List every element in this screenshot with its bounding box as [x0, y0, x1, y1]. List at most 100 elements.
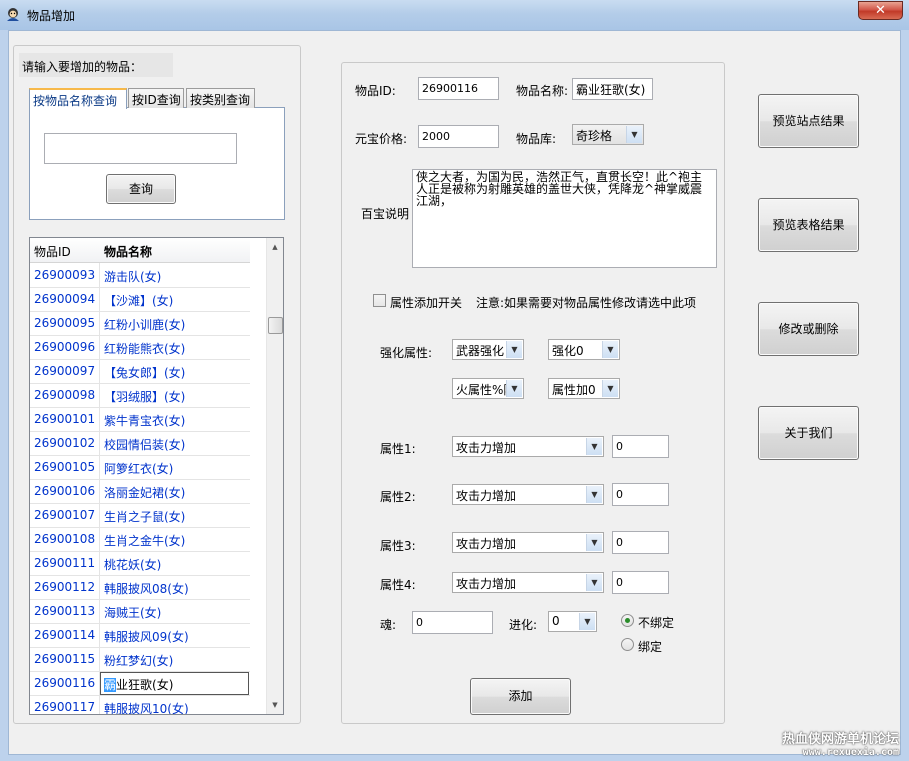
- item-name-cell: 【羽绒服】(女): [104, 390, 186, 404]
- item-id-cell: 26900113: [34, 604, 96, 618]
- enhance-type-select[interactable]: 武器强化 ▼: [452, 339, 524, 360]
- evolve-select[interactable]: 0 ▼: [548, 611, 597, 632]
- preview-table-button[interactable]: 预览表格结果: [758, 198, 859, 252]
- attr3-type-value: 攻击力增加: [456, 537, 517, 551]
- table-row[interactable]: 26900111 桃花妖(女): [30, 552, 250, 576]
- scroll-thumb[interactable]: [268, 317, 283, 334]
- table-row[interactable]: 26900096 红粉能熊衣(女): [30, 336, 250, 360]
- search-button[interactable]: 查询: [106, 174, 176, 204]
- chevron-down-icon[interactable]: ▼: [602, 380, 618, 397]
- scroll-up-icon[interactable]: ▲: [269, 240, 281, 254]
- radio-bound[interactable]: [621, 638, 634, 651]
- modify-delete-button[interactable]: 修改或删除: [758, 302, 859, 356]
- soul-input[interactable]: 0: [412, 611, 493, 634]
- item-name-cell: 游击队(女): [104, 270, 162, 284]
- attr3-type-select[interactable]: 攻击力增加 ▼: [452, 532, 604, 553]
- item-id-cell: 26900108: [34, 532, 96, 546]
- soul-label: 魂:: [380, 618, 397, 632]
- element-type-select[interactable]: 火属性%防 ▼: [452, 378, 524, 399]
- element-level-select[interactable]: 属性加0 ▼: [548, 378, 620, 399]
- attr1-type-select[interactable]: 攻击力增加 ▼: [452, 436, 604, 457]
- table-row[interactable]: 26900115 粉红梦幻(女): [30, 648, 250, 672]
- item-id-cell: 26900097: [34, 364, 96, 378]
- enhance-level-select[interactable]: 强化0 ▼: [548, 339, 620, 360]
- item-id-cell: 26900114: [34, 628, 96, 642]
- chevron-down-icon[interactable]: ▼: [626, 126, 642, 143]
- table-row[interactable]: 26900106 洛丽金妃裙(女): [30, 480, 250, 504]
- table-row[interactable]: 26900101 紫牛青宝衣(女): [30, 408, 250, 432]
- item-id-cell: 26900094: [34, 292, 96, 306]
- tab-by-name[interactable]: 按物品名称查询: [29, 88, 127, 109]
- chevron-down-icon[interactable]: ▼: [586, 438, 602, 455]
- close-button[interactable]: ✕: [858, 1, 903, 20]
- item-id-cell: 26900093: [34, 268, 96, 282]
- scroll-down-icon[interactable]: ▼: [269, 698, 281, 712]
- table-row[interactable]: 26900097 【兔女郎】(女): [30, 360, 250, 384]
- attr4-value-input[interactable]: 0: [612, 571, 669, 594]
- chevron-down-icon[interactable]: ▼: [586, 574, 602, 591]
- table-row[interactable]: 26900112 韩服披风08(女): [30, 576, 250, 600]
- add-button[interactable]: 添加: [470, 678, 571, 715]
- preview-site-button[interactable]: 预览站点结果: [758, 94, 859, 148]
- radio-unbound-label[interactable]: 不绑定: [638, 614, 674, 631]
- item-name-cell: 霸业狂歌(女): [104, 678, 174, 692]
- chevron-down-icon[interactable]: ▼: [506, 380, 522, 397]
- watermark: 热血侠网游单机论坛 www.rexuexia.com: [782, 728, 899, 758]
- attr-switch-label[interactable]: 属性添加开关: [390, 294, 462, 311]
- table-row[interactable]: 26900117 韩服披风10(女): [30, 696, 250, 715]
- tab-by-category[interactable]: 按类别查询: [186, 88, 255, 108]
- attr4-type-select[interactable]: 攻击力增加 ▼: [452, 572, 604, 593]
- item-id-input[interactable]: 26900116: [418, 77, 499, 100]
- list-scrollbar[interactable]: ▲ ▼: [266, 238, 283, 714]
- attr-switch-checkbox[interactable]: [373, 294, 386, 307]
- attr2-type-select[interactable]: 攻击力增加 ▼: [452, 484, 604, 505]
- chevron-down-icon[interactable]: ▼: [602, 341, 618, 358]
- attr4-label: 属性4:: [380, 578, 416, 592]
- item-name-cell: 校园情侣装(女): [104, 438, 186, 452]
- about-button[interactable]: 关于我们: [758, 406, 859, 460]
- item-name-cell: 韩服披风10(女): [104, 702, 189, 715]
- item-name-input[interactable]: 霸业狂歌(女): [572, 78, 653, 100]
- table-row[interactable]: 26900098 【羽绒服】(女): [30, 384, 250, 408]
- attr1-value-input[interactable]: 0: [612, 435, 669, 458]
- enhance-type-value: 武器强化: [456, 344, 505, 358]
- table-row[interactable]: 26900095 红粉小训鹿(女): [30, 312, 250, 336]
- price-input[interactable]: 2000: [418, 125, 499, 148]
- desc-textarea[interactable]: 侠之大者，为国为民，浩然正气，直贯长空！此^袍主人正是被称为射雕英雄的盖世大侠，…: [412, 169, 717, 268]
- item-name-cell: 海贼王(女): [104, 606, 162, 620]
- table-row[interactable]: 26900105 阿箩红衣(女): [30, 456, 250, 480]
- search-input[interactable]: [44, 133, 237, 164]
- tab-by-id[interactable]: 按ID查询: [128, 88, 184, 108]
- table-row[interactable]: 26900094 【沙滩】(女): [30, 288, 250, 312]
- chevron-down-icon[interactable]: ▼: [506, 341, 522, 358]
- enhance-label: 强化属性:: [380, 346, 433, 360]
- item-list[interactable]: 物品ID 物品名称 26900093 游击队(女) 26900094 【沙滩】(女) 2…: [29, 237, 284, 715]
- table-row[interactable]: 26900107 生肖之子鼠(女): [30, 504, 250, 528]
- table-row[interactable]: 26900114 韩服披风09(女): [30, 624, 250, 648]
- table-row[interactable]: 26900108 生肖之金牛(女): [30, 528, 250, 552]
- attr3-value-input[interactable]: 0: [612, 531, 669, 554]
- radio-unbound[interactable]: [621, 614, 634, 627]
- table-row[interactable]: 26900093 游击队(女): [30, 264, 250, 288]
- library-select[interactable]: 奇珍格 ▼: [572, 124, 644, 145]
- radio-bound-label[interactable]: 绑定: [638, 638, 662, 655]
- item-id-cell: 26900116: [34, 676, 96, 690]
- column-header-name[interactable]: 物品名称: [104, 243, 152, 260]
- price-label: 元宝价格:: [355, 132, 408, 146]
- chevron-down-icon[interactable]: ▼: [579, 613, 595, 630]
- attr2-value-input[interactable]: 0: [612, 483, 669, 506]
- item-id-cell: 26900106: [34, 484, 96, 498]
- table-row[interactable]: 26900113 海贼王(女): [30, 600, 250, 624]
- app-icon: [7, 8, 19, 21]
- search-prompt: 请输入要增加的物品：: [22, 60, 143, 74]
- item-id-cell: 26900095: [34, 316, 96, 330]
- item-name-label: 物品名称:: [516, 84, 569, 98]
- attr-note: 注意:如果需要对物品属性修改请选中此项: [476, 296, 697, 310]
- table-row[interactable]: 26900102 校园情侣装(女): [30, 432, 250, 456]
- item-id-cell: 26900096: [34, 340, 96, 354]
- chevron-down-icon[interactable]: ▼: [586, 486, 602, 503]
- chevron-down-icon[interactable]: ▼: [586, 534, 602, 551]
- table-row[interactable]: 26900116 霸业狂歌(女): [30, 672, 250, 696]
- item-name-cell: 【兔女郎】(女): [104, 366, 186, 380]
- column-header-id[interactable]: 物品ID: [34, 243, 71, 260]
